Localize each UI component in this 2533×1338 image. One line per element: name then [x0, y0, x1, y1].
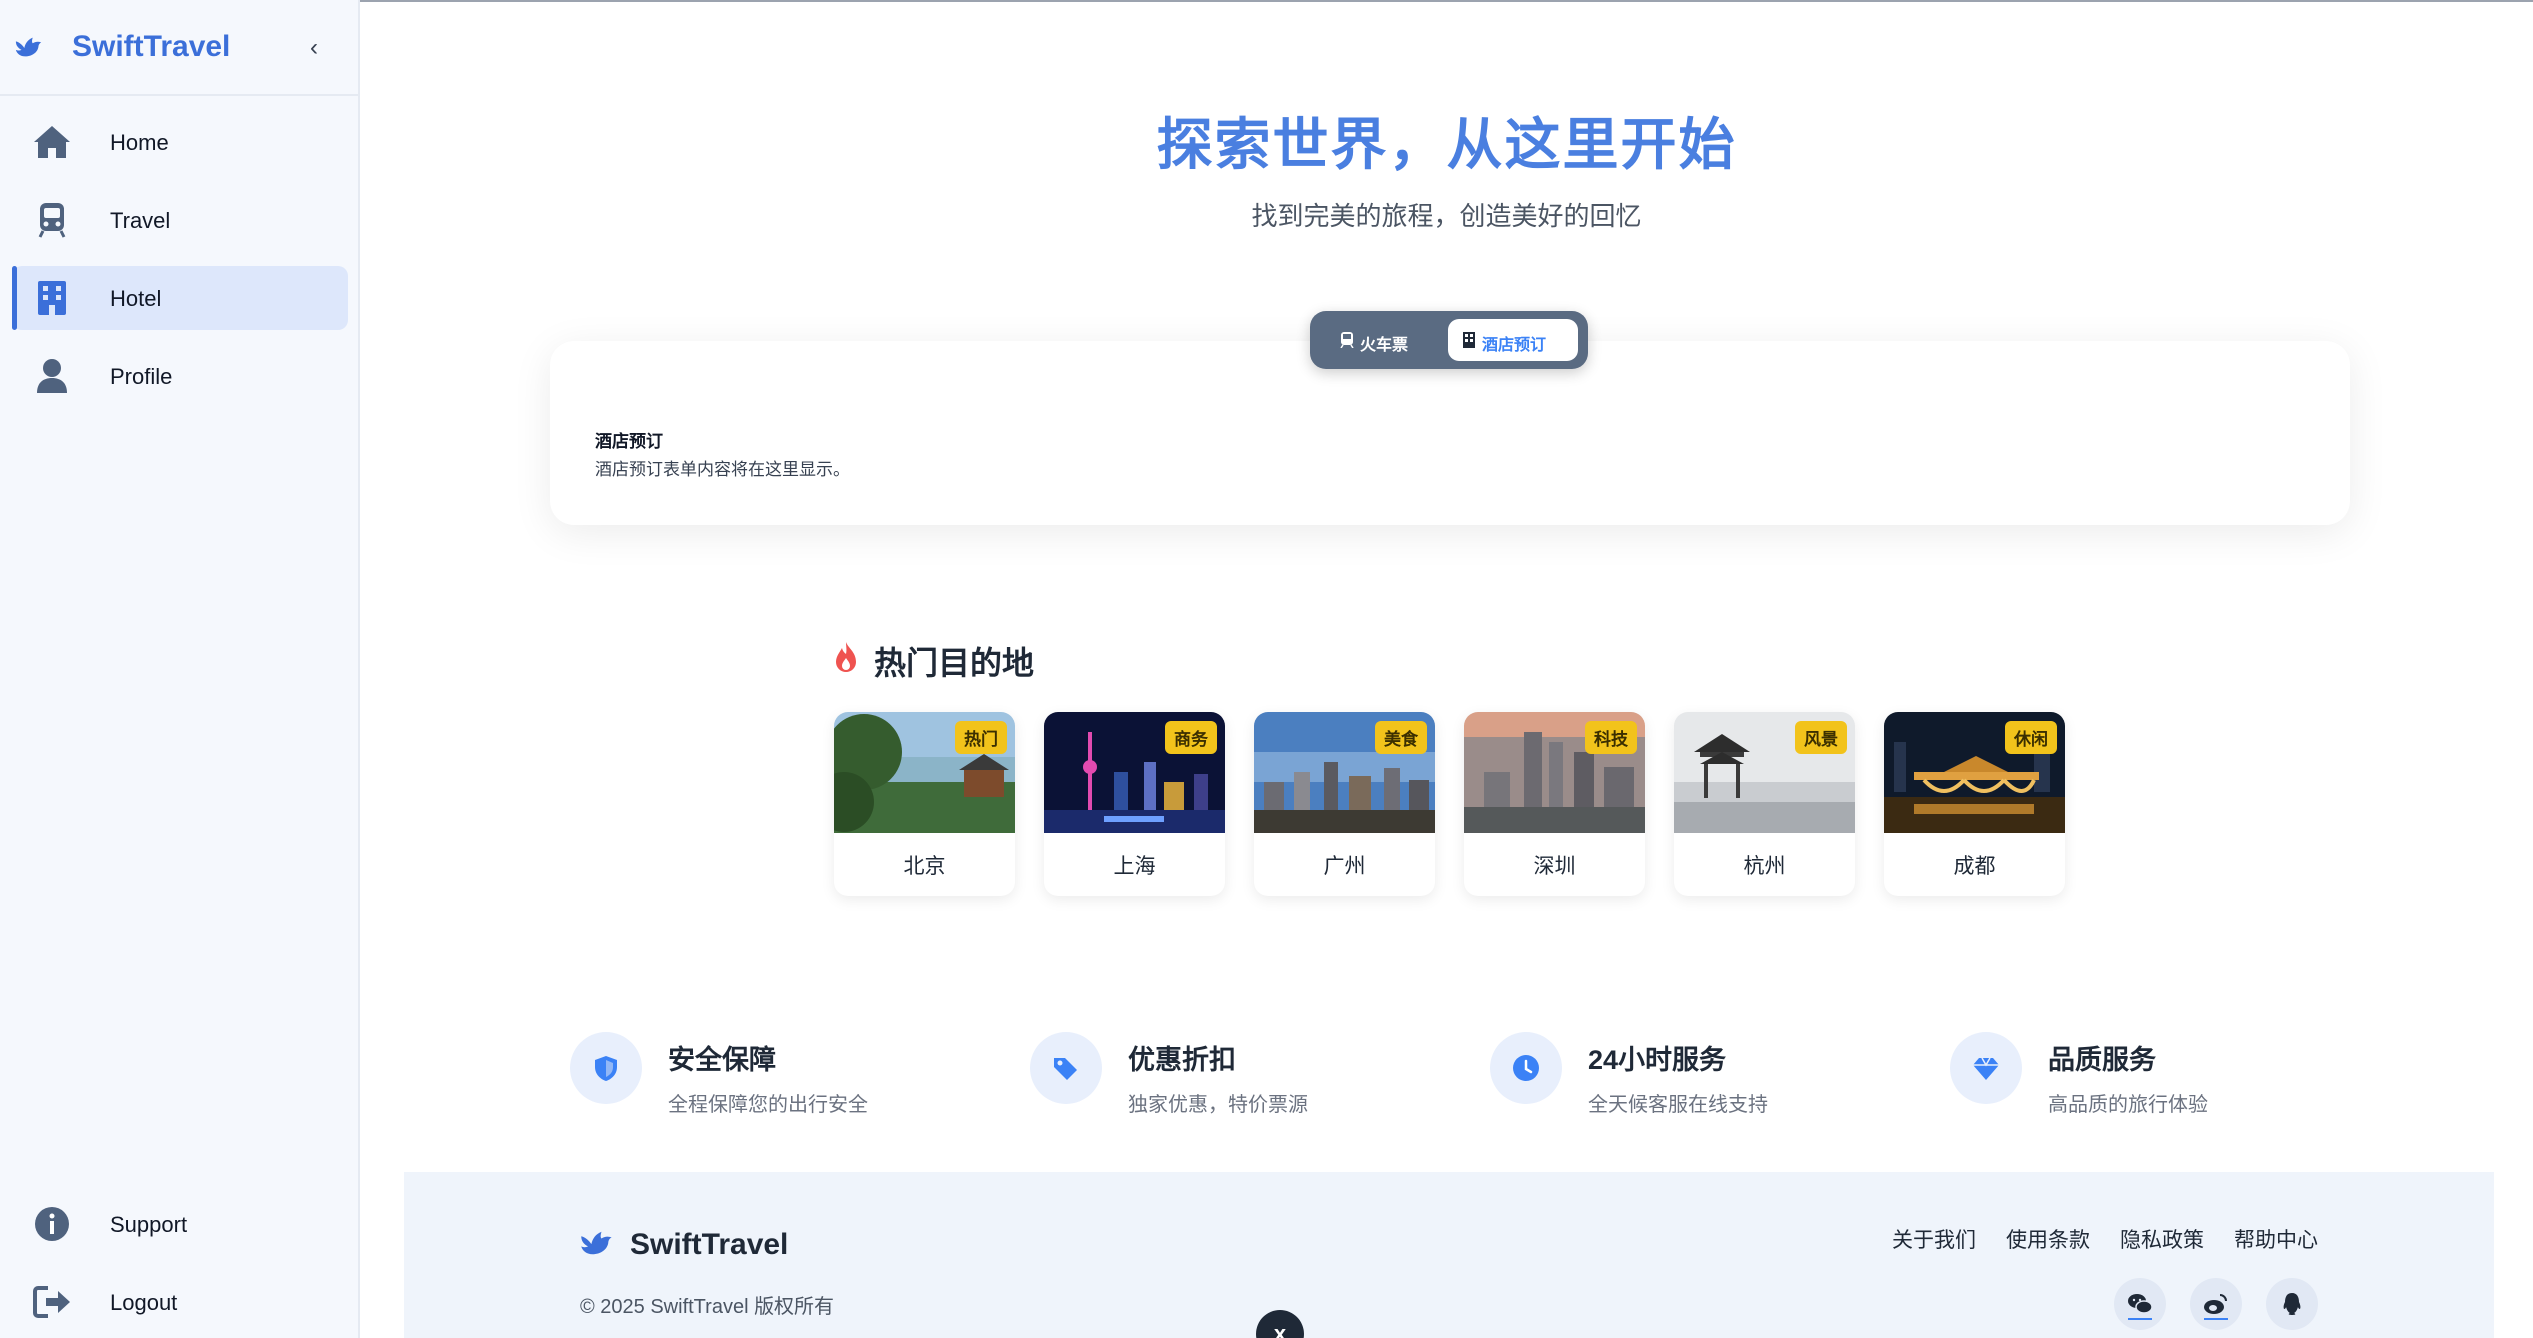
home-icon [34, 126, 70, 158]
wechat-glyph [2128, 1294, 2153, 1314]
chevron-left-icon[interactable]: ‹ [310, 34, 318, 62]
destination-card-shenzhen[interactable]: 科技 深圳 [1464, 712, 1645, 896]
booking-title: 酒店预订 [595, 432, 663, 451]
logout-icon [33, 1286, 70, 1318]
footer-link-about[interactable]: 关于我们 [1892, 1224, 1976, 1254]
features-section: 安全保障 全程保障您的出行安全 优惠折扣 独家优惠，特价票源 24小时服务 全天… [404, 972, 2494, 1172]
destination-card-guangzhou[interactable]: 美食 广州 [1254, 712, 1435, 896]
tab-train[interactable]: 火车票 [1326, 319, 1432, 361]
sidebar-item-label: Logout [110, 1290, 178, 1315]
feature-desc: 全程保障您的出行安全 [668, 1094, 868, 1116]
qq-glyph [2283, 1293, 2301, 1315]
sidebar-brand: SwiftTravel ‹ [0, 0, 358, 96]
user-icon [37, 359, 67, 393]
tab-hotel[interactable]: 酒店预订 [1448, 319, 1578, 361]
sidebar-item-label: Travel [110, 208, 171, 233]
destination-tag: 科技 [1585, 721, 1637, 754]
flame-icon [836, 642, 856, 672]
sidebar-item-label: Support [110, 1212, 188, 1237]
destination-name: 上海 [1113, 855, 1156, 878]
sidebar-item-home[interactable]: Home [12, 110, 348, 174]
footer: SwiftTravel © 2025 SwiftTravel 版权所有 关于我们… [404, 1172, 2494, 1338]
feature-desc: 独家优惠，特价票源 [1128, 1094, 1308, 1116]
sidebar-item-hotel[interactable]: Hotel [12, 266, 348, 330]
bird-logo-icon [581, 1231, 612, 1255]
feature-icon-circle [1950, 1032, 2022, 1104]
weibo-icon[interactable] [2190, 1278, 2242, 1330]
footer-link-terms[interactable]: 使用条款 [2006, 1224, 2090, 1254]
destination-tag: 商务 [1165, 721, 1217, 754]
hero-title: 探索世界，从这里开始 [1156, 113, 1737, 176]
booking-description: 酒店预订表单内容将在这里显示。 [595, 460, 850, 479]
destination-tag: 休闲 [2005, 721, 2057, 754]
wechat-icon[interactable] [2114, 1278, 2166, 1330]
sidebar-item-support[interactable]: Support [12, 1192, 348, 1256]
feature-icon-circle [1490, 1032, 1562, 1104]
destination-name: 北京 [903, 855, 946, 878]
destination-name: 成都 [1953, 855, 1996, 878]
brand-name[interactable]: SwiftTravel [72, 30, 230, 64]
window-top-border [0, 0, 2533, 2]
feature-title: 品质服务 [2048, 1045, 2156, 1075]
bird-logo-icon [15, 37, 42, 57]
destination-card-shanghai[interactable]: 商务 上海 [1044, 712, 1225, 896]
train-icon [1340, 332, 1354, 348]
tab-label: 酒店预订 [1482, 337, 1547, 354]
destinations-title: 热门目的地 [874, 645, 1035, 681]
hotel-icon [38, 281, 66, 315]
footer-link-help[interactable]: 帮助中心 [2234, 1224, 2318, 1254]
footer-link-privacy[interactable]: 隐私政策 [2120, 1224, 2204, 1254]
destination-card-chengdu[interactable]: 休闲 成都 [1884, 712, 2065, 896]
feature-item: 24小时服务 全天候客服在线支持 [1490, 1032, 1910, 1122]
sidebar-item-profile[interactable]: Profile [12, 344, 348, 408]
destination-tag: 风景 [1795, 721, 1847, 754]
sidebar: SwiftTravel ‹ Home Travel Hotel Profile … [0, 0, 360, 1338]
sidebar-item-travel[interactable]: Travel [12, 188, 348, 252]
feature-item: 优惠折扣 独家优惠，特价票源 [1030, 1032, 1450, 1122]
clock-icon [1513, 1055, 1539, 1081]
tags-icon [1054, 1058, 1077, 1080]
qq-icon[interactable] [2266, 1278, 2318, 1330]
sidebar-item-label: Profile [110, 364, 173, 389]
destination-name: 深圳 [1533, 855, 1576, 878]
hero-subtitle: 找到完美的旅程，创造美好的回忆 [1251, 201, 1642, 231]
footer-copyright: © 2025 SwiftTravel 版权所有 [580, 1296, 835, 1318]
weibo-glyph [2204, 1294, 2227, 1314]
feature-icon-circle [570, 1032, 642, 1104]
feature-title: 24小时服务 [1588, 1045, 1727, 1075]
tab-label: 火车票 [1360, 337, 1409, 354]
feature-desc: 高品质的旅行体验 [2048, 1094, 2208, 1116]
feature-item: 安全保障 全程保障您的出行安全 [570, 1032, 990, 1122]
sidebar-item-logout[interactable]: Logout [12, 1270, 348, 1334]
destination-tag: 美食 [1375, 721, 1427, 754]
feature-icon-circle [1030, 1032, 1102, 1104]
destination-card-beijing[interactable]: 热门 北京 [834, 712, 1015, 896]
destination-tag: 热门 [955, 721, 1007, 754]
destination-name: 广州 [1323, 855, 1366, 878]
train-icon [38, 203, 66, 238]
destination-name: 杭州 [1743, 855, 1786, 878]
sidebar-item-label: Hotel [110, 286, 162, 311]
feature-item: 品质服务 高品质的旅行体验 [1950, 1032, 2370, 1122]
feature-desc: 全天候客服在线支持 [1588, 1094, 1768, 1116]
shield-icon [595, 1056, 617, 1081]
destination-card-hangzhou[interactable]: 风景 杭州 [1674, 712, 1855, 896]
footer-brand: SwiftTravel [630, 1228, 789, 1261]
booking-tabs: 火车票 酒店预订 [1310, 311, 1588, 369]
feature-title: 安全保障 [668, 1045, 776, 1075]
info-icon [35, 1207, 69, 1241]
diamond-icon [1973, 1057, 1999, 1080]
sidebar-item-label: Home [110, 130, 169, 155]
feature-title: 优惠折扣 [1128, 1045, 1236, 1075]
hotel-icon [1463, 332, 1475, 348]
